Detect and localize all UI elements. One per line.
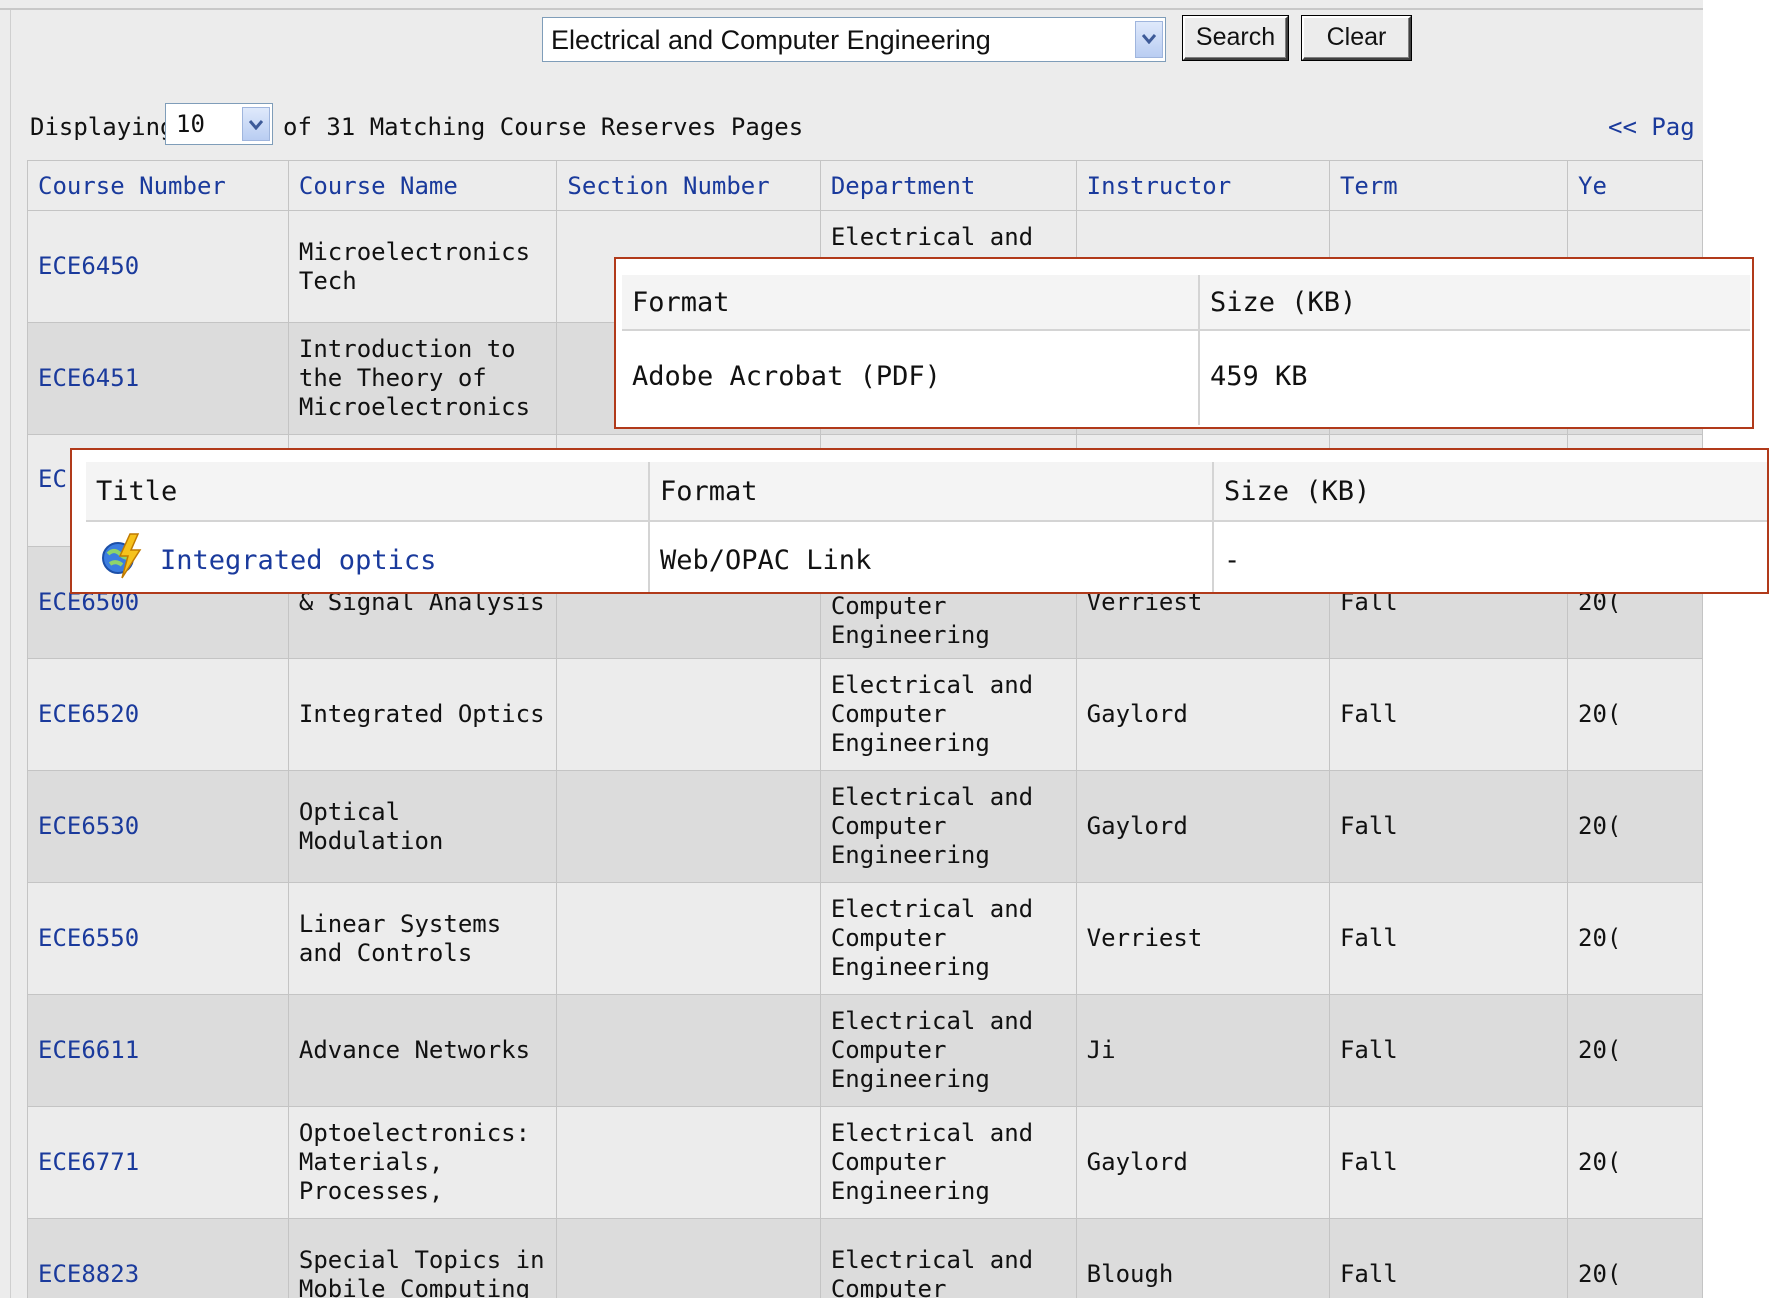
integrated-optics-link[interactable]: Integrated optics <box>160 545 436 576</box>
year-cell: 20( <box>1567 994 1703 1107</box>
title-header: Title <box>96 476 178 507</box>
header-course-number[interactable]: Course Number <box>27 160 289 211</box>
instructor-cell: Gaylord <box>1075 658 1330 771</box>
course-number-link[interactable]: ECE6451 <box>27 322 289 435</box>
course-name-cell: Linear Systems and Controls <box>287 882 558 995</box>
course-number-link[interactable]: ECE6450 <box>27 210 289 323</box>
table-row: ECE6611 Advance Networks Electrical and … <box>27 994 1703 1107</box>
size-value: - <box>1224 545 1241 576</box>
table-header-row: Course Number Course Name Section Number… <box>27 160 1703 211</box>
department-cell: Electrical and Computer <box>819 1218 1077 1298</box>
department-cell: Electrical and Computer Engineering <box>819 882 1077 995</box>
file-format-popup-header <box>622 275 1750 331</box>
year-cell: 20( <box>1567 770 1703 883</box>
section-cell <box>556 994 821 1107</box>
table-row: ECE6771 Optoelectronics: Materials, Proc… <box>27 1106 1703 1219</box>
section-cell <box>556 1106 821 1219</box>
course-name-cell: Integrated Optics <box>287 658 558 771</box>
instructor-cell: Gaylord <box>1075 1106 1330 1219</box>
link-resource-popup-header <box>86 462 1767 522</box>
column-divider <box>1212 462 1214 592</box>
header-year[interactable]: Ye <box>1567 160 1703 211</box>
course-number-link[interactable]: ECE6520 <box>27 658 289 771</box>
table-row: ECE6520 Integrated Optics Electrical and… <box>27 658 1703 771</box>
format-header: Format <box>632 287 730 318</box>
term-cell: Fall <box>1328 882 1569 995</box>
table-row: ECE8823 Special Topics in Mobile Computi… <box>27 1218 1703 1298</box>
matching-count-text: of 31 Matching Course Reserves Pages <box>283 113 804 141</box>
chevron-down-icon[interactable] <box>1135 21 1163 58</box>
format-header: Format <box>660 476 758 507</box>
web-link-icon <box>100 532 142 579</box>
section-cell <box>556 1218 821 1298</box>
size-value: 459 KB <box>1210 361 1308 392</box>
term-cell: Fall <box>1328 658 1569 771</box>
course-number-link[interactable]: ECE6611 <box>27 994 289 1107</box>
instructor-cell: Verriest <box>1075 882 1330 995</box>
course-number-link[interactable]: ECE6550 <box>27 882 289 995</box>
header-section-number[interactable]: Section Number <box>556 160 821 211</box>
course-name-cell: Introduction to the Theory of Microelect… <box>287 322 558 435</box>
course-number-link[interactable]: ECE8823 <box>27 1218 289 1298</box>
results-per-page-value: 10 <box>176 110 205 138</box>
clear-button[interactable]: Clear <box>1301 15 1412 61</box>
year-cell: 20( <box>1567 1106 1703 1219</box>
header-department[interactable]: Department <box>819 160 1077 211</box>
displaying-label: Displaying <box>30 113 175 141</box>
column-divider <box>1198 275 1200 425</box>
chevron-down-icon[interactable] <box>242 107 270 141</box>
instructor-cell: Ji <box>1075 994 1330 1107</box>
term-cell: Fall <box>1328 1106 1569 1219</box>
term-cell: Fall <box>1328 1218 1569 1298</box>
term-cell: Fall <box>1328 770 1569 883</box>
header-instructor[interactable]: Instructor <box>1075 160 1330 211</box>
department-cell: Electrical and Computer Engineering <box>819 658 1077 771</box>
size-header: Size (KB) <box>1224 476 1371 507</box>
course-number-link[interactable]: ECE6530 <box>27 770 289 883</box>
course-reserves-page: Electrical and Computer Engineering Sear… <box>0 0 1703 1298</box>
left-divider <box>10 10 11 1298</box>
course-name-cell: Special Topics in Mobile Computing <box>287 1218 558 1298</box>
department-cell: Electrical and Computer Engineering <box>819 1106 1077 1219</box>
department-select[interactable]: Electrical and Computer Engineering <box>542 17 1166 62</box>
header-course-name[interactable]: Course Name <box>287 160 558 211</box>
size-header: Size (KB) <box>1210 287 1357 318</box>
file-format-popup: Format Size (KB) Adobe Acrobat (PDF) 459… <box>614 257 1754 429</box>
section-cell <box>556 658 821 771</box>
instructor-cell: Blough <box>1075 1218 1330 1298</box>
course-number-link[interactable]: ECE6771 <box>27 1106 289 1219</box>
column-divider <box>648 462 650 592</box>
section-cell <box>556 882 821 995</box>
top-divider <box>0 8 1703 10</box>
course-name-cell: Optoelectronics: Materials, Processes, <box>287 1106 558 1219</box>
results-per-page-select[interactable]: 10 <box>165 103 273 145</box>
table-row: ECE6530 Optical Modulation Electrical an… <box>27 770 1703 883</box>
course-name-cell: Microelectronics Tech <box>287 210 558 323</box>
course-name-cell: Advance Networks <box>287 994 558 1107</box>
search-button[interactable]: Search <box>1182 15 1289 61</box>
screenshot-stage: Electrical and Computer Engineering Sear… <box>0 0 1775 1298</box>
term-cell: Fall <box>1328 994 1569 1107</box>
department-select-value: Electrical and Computer Engineering <box>551 25 991 55</box>
table-row: ECE6550 Linear Systems and Controls Elec… <box>27 882 1703 995</box>
department-cell: Electrical and Computer Engineering <box>819 770 1077 883</box>
year-cell: 20( <box>1567 658 1703 771</box>
format-value: Adobe Acrobat (PDF) <box>632 361 941 392</box>
header-term[interactable]: Term <box>1328 160 1569 211</box>
year-cell: 20( <box>1567 882 1703 995</box>
format-value: Web/OPAC Link <box>660 545 872 576</box>
section-cell <box>556 770 821 883</box>
instructor-cell: Gaylord <box>1075 770 1330 883</box>
link-resource-popup: Title Format Size (KB) Integrated optics… <box>70 448 1769 594</box>
previous-page-link[interactable]: << Pag <box>1608 113 1695 141</box>
year-cell: 20( <box>1567 1218 1703 1298</box>
course-name-cell: Optical Modulation <box>287 770 558 883</box>
department-cell: Electrical and Computer Engineering <box>819 994 1077 1107</box>
